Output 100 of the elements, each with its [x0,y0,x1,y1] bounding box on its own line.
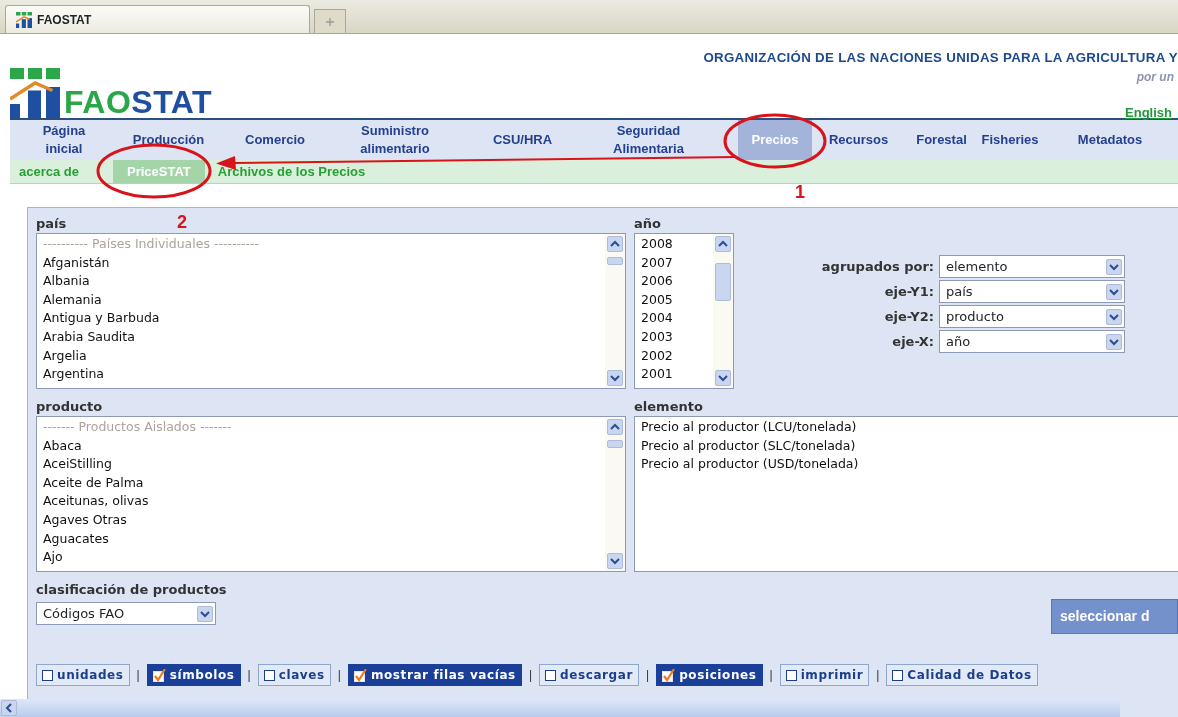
nav-tab[interactable]: Suministro alimentario [330,120,460,160]
browser-tab[interactable]: FAOSTAT [5,5,310,33]
nav-tab[interactable]: CSU/HRA [460,120,585,160]
list-option[interactable]: 2006 [641,272,673,291]
toggle-button[interactable]: mostrar filas vacías [347,664,522,686]
separator: | [769,667,773,684]
list-option[interactable]: 2004 [641,309,673,328]
year-list[interactable]: 2008 2007 2006 2005 2004 2003 2002 2001 [634,233,734,389]
field-label: elemento [634,398,703,416]
scrollbar[interactable] [605,234,625,388]
checkbox-icon [42,669,53,681]
list-option[interactable]: Aceitunas, olivas [43,492,149,511]
list-option[interactable]: Precio al productor (LCU/tonelada) [641,418,857,437]
list-option[interactable]: 2005 [641,290,673,310]
nav-tab[interactable]: Fisheries [978,120,1042,160]
list-option[interactable]: Ajo [43,548,63,567]
scrollbar-thumb[interactable] [607,257,623,265]
logo-icon [10,68,60,118]
list-option[interactable]: Aguacates [43,529,109,549]
language-link[interactable]: English [1125,102,1172,123]
nav-tab[interactable]: Metadatos [1042,120,1178,160]
dropdown[interactable]: país [939,280,1125,303]
checkbox-icon [785,669,797,681]
list-option[interactable]: Precio al productor (SLC/tonelada) [641,436,856,456]
list-option[interactable]: AceiStilling [43,455,112,474]
checkbox-icon [545,669,556,681]
toggle-button[interactable]: símbolos [146,664,241,686]
checkbox-checked-icon [353,668,367,682]
dropdown[interactable]: producto [939,305,1125,328]
list-option[interactable]: Precio al productor (USD/tonelada) [641,455,859,474]
list-option[interactable]: Argelia [43,346,87,366]
list-group-header: ---------- Países Individuales ---------- [43,235,260,253]
nav-tab[interactable]: Página inicial [19,120,109,160]
list-option[interactable]: 2007 [641,253,673,273]
list-option[interactable]: Arabia Saudita [43,327,135,347]
annotation-number: 1 [795,183,805,201]
dropdown[interactable]: Códigos FAO [36,602,216,625]
tab-title: FAOSTAT [37,11,92,29]
checkbox-icon [892,669,904,681]
field-label: eje-X: [891,332,934,351]
toggle-button[interactable]: unidades [36,664,130,686]
list-option[interactable]: 2008 [641,235,673,254]
field-label: producto [36,398,103,416]
field-label: agrupados por: [820,257,934,276]
chevron-down-icon [609,372,621,384]
country-list[interactable]: ---------- Países Individuales ---------- Afganistán Albania Alemania Antigua y Barbuda Arabia Saudita Argelia Argentina [36,233,626,389]
nav-tab[interactable]: Forestal [905,120,978,160]
scrollbar[interactable] [713,234,733,388]
scrollbar[interactable] [605,417,625,571]
field-label: eje-Y1: [883,282,934,301]
field-label: clasificación de productos [36,581,227,599]
list-option[interactable]: Aceite de Palma [43,473,144,493]
toggle-button[interactable]: posiciones [656,664,763,686]
scrollbar-thumb[interactable] [715,263,731,301]
nav-tab[interactable]: Producción [117,120,220,160]
scrollbar-thumb[interactable] [607,440,623,448]
list-option[interactable]: 2002 [641,346,673,366]
list-option[interactable]: 2001 [641,365,673,384]
list-option[interactable]: Alemania [43,290,102,310]
checkbox-checked-icon [662,668,676,682]
list-option[interactable]: Afganistán [43,253,110,273]
chevron-down-icon [717,372,729,384]
nav-tab[interactable]: Seguridad Alimentaria [585,120,712,160]
nav-tab[interactable]: Comercio [220,120,330,160]
list-option[interactable]: Agaves Otras [43,510,127,530]
toggle-button[interactable]: descargar [539,664,639,686]
dropdown[interactable]: elemento [939,255,1125,278]
separator: | [337,667,341,684]
tagline: por un [1136,68,1174,86]
separator: | [528,667,532,684]
separator: | [646,667,650,684]
nav-tab[interactable]: Recursos [812,120,905,160]
separator: | [136,667,140,684]
dropdown[interactable]: año [939,330,1125,353]
annotation-number: 2 [177,213,187,231]
organization-title: ORGANIZACIÓN DE LAS NACIONES UNIDAS PARA LA AGRICULTURA Y [703,49,1178,67]
chevron-down-icon [609,555,621,567]
checkbox-checked-icon [152,668,166,682]
list-group-header: ------- Productos Aislados ------- [43,418,232,436]
separator: | [247,667,251,684]
list-option[interactable]: Abaca [43,436,82,456]
element-list[interactable]: Precio al productor (LCU/tonelada) Precio al productor (SLC/tonelada) Precio al productor (USD/tonelada) [634,416,1178,572]
chevron-left-icon [3,702,15,714]
field-label: país [36,215,67,233]
horizontal-scrollbar[interactable] [0,699,1120,717]
list-option[interactable]: 2003 [641,327,673,347]
plus-icon [325,16,335,27]
favicon-icon [16,11,32,28]
list-option[interactable]: Albania [43,272,90,291]
field-label: año [634,215,661,233]
checkbox-icon [263,669,275,681]
toggle-button[interactable]: imprimir [779,664,870,686]
separator: | [876,667,880,684]
product-list[interactable]: ------- Productos Aislados ------- Abaca AceiStilling Aceite de Palma Aceitunas, olivas Agaves Otras Aguacates Ajo [36,416,626,572]
toggle-button[interactable]: claves [257,664,331,686]
toggle-button[interactable]: Calidad de Datos [886,664,1038,686]
list-option[interactable]: Argentina [43,365,104,384]
list-option[interactable]: Antigua y Barbuda [43,309,160,328]
logo-text: FAOSTAT [64,86,213,118]
new-tab-button[interactable] [314,9,346,33]
